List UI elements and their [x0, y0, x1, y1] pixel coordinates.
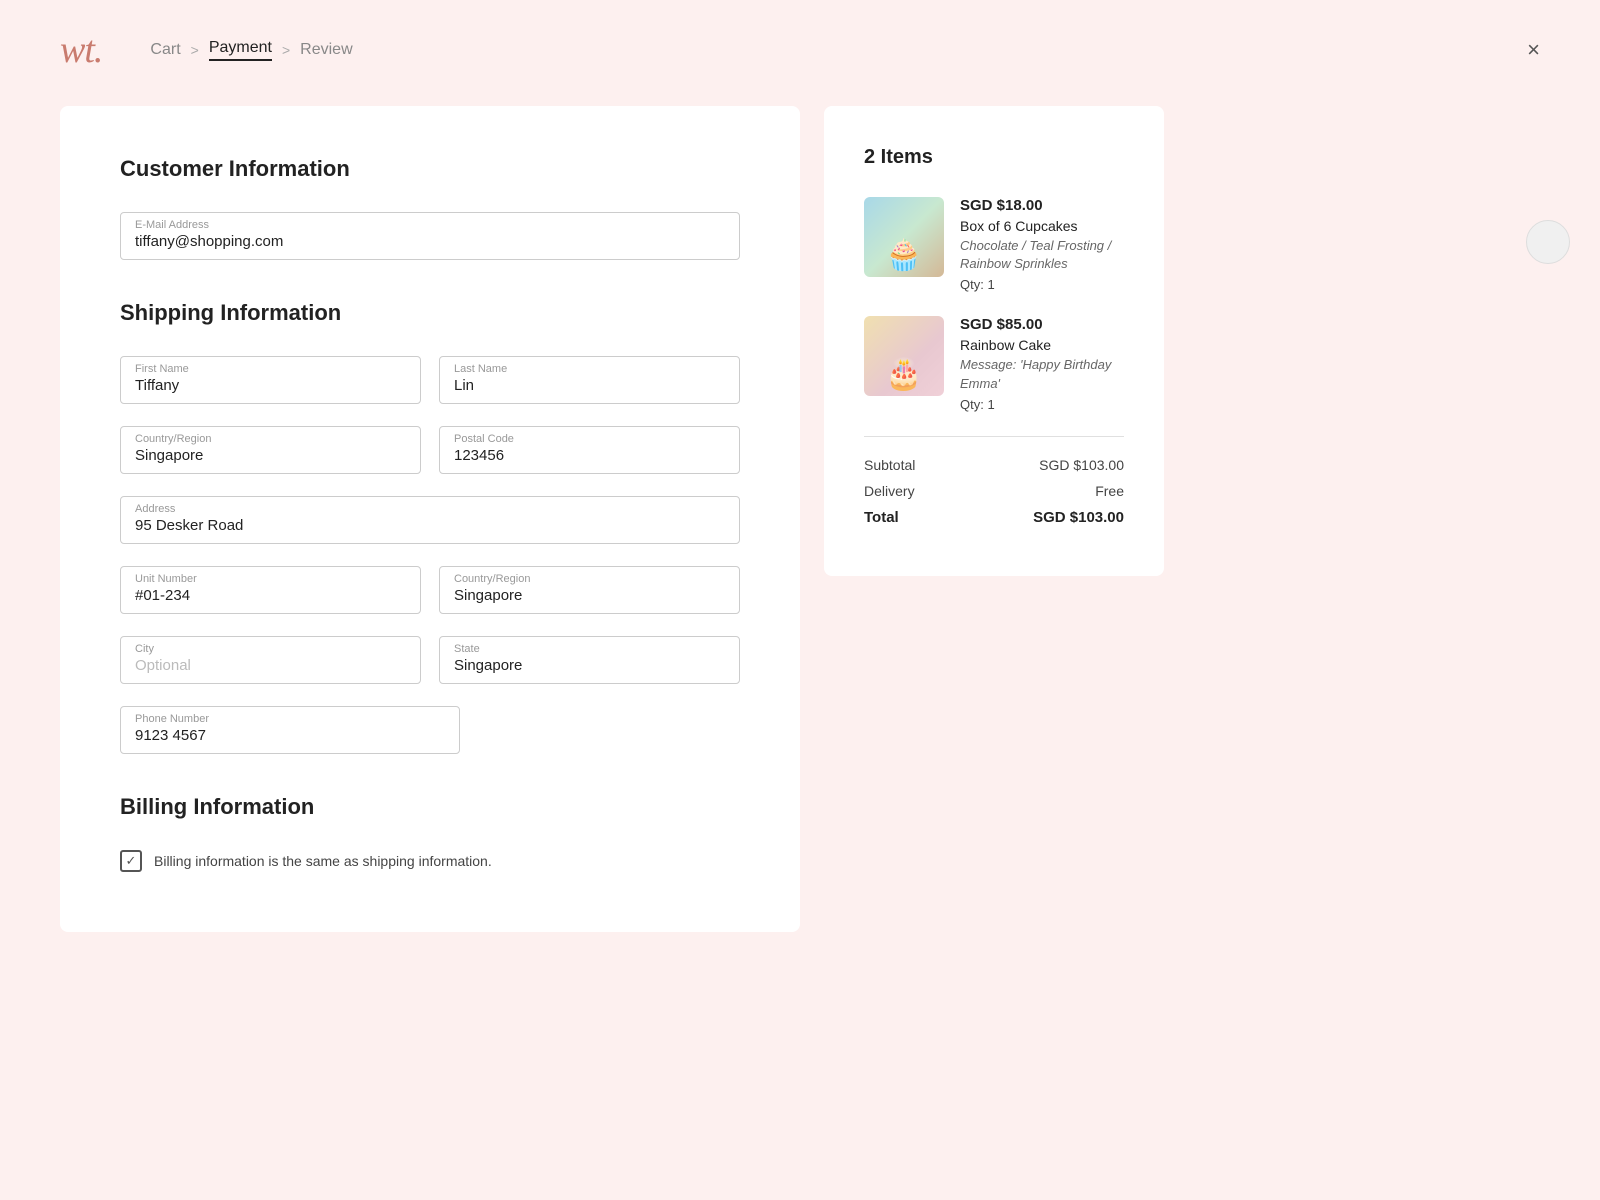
- breadcrumb-review[interactable]: Review: [300, 41, 352, 59]
- shipping-info-title: Shipping Information: [120, 300, 740, 326]
- item-1-qty: Qty: 1: [960, 277, 1124, 292]
- total-value: SGD $103.00: [1033, 509, 1124, 526]
- postal-field-group: Postal Code: [439, 426, 740, 474]
- close-button[interactable]: ×: [1527, 39, 1540, 61]
- city-wrapper: City: [120, 636, 421, 684]
- city-field-group: City: [120, 636, 421, 684]
- right-panel: 2 Items 🧁 SGD $18.00 Box of 6 Cupcakes C…: [824, 106, 1164, 576]
- total-label: Total: [864, 509, 899, 526]
- item-1-image: 🧁: [864, 197, 944, 277]
- city-input[interactable]: [135, 647, 406, 674]
- phone-wrapper: Phone Number: [120, 706, 460, 754]
- shipping-section: Shipping Information First Name Last Nam…: [120, 300, 740, 754]
- last-name-wrapper: Last Name: [439, 356, 740, 404]
- country2-input[interactable]: [454, 577, 725, 604]
- subtotal-row: Subtotal SGD $103.00: [864, 457, 1124, 473]
- order-item-2: 🎂 SGD $85.00 Rainbow Cake Message: 'Happ…: [864, 316, 1124, 411]
- last-name-input[interactable]: [454, 367, 725, 394]
- main-content: Customer Information E-Mail Address Ship…: [0, 96, 1600, 972]
- billing-same-checkbox-row: Billing information is the same as shipp…: [120, 850, 740, 872]
- country-input[interactable]: [135, 437, 406, 464]
- subtotal-value: SGD $103.00: [1039, 457, 1124, 473]
- name-row: First Name Last Name: [120, 356, 740, 404]
- item-2-name: Rainbow Cake: [960, 337, 1124, 353]
- country-field-group: Country/Region: [120, 426, 421, 474]
- city-state-row: City State: [120, 636, 740, 684]
- email-input[interactable]: [135, 223, 725, 250]
- delivery-label: Delivery: [864, 483, 915, 499]
- breadcrumb: Cart > Payment > Review: [150, 39, 352, 61]
- item-2-details: SGD $85.00 Rainbow Cake Message: 'Happy …: [960, 316, 1124, 411]
- item-1-variant: Chocolate / Teal Frosting / Rainbow Spri…: [960, 237, 1124, 273]
- breadcrumb-cart[interactable]: Cart: [150, 41, 180, 59]
- billing-section: Billing Information Billing information …: [120, 794, 740, 872]
- email-field-group: E-Mail Address: [120, 212, 740, 260]
- unit-wrapper: Unit Number: [120, 566, 421, 614]
- item-1-price: SGD $18.00: [960, 197, 1124, 214]
- last-name-field-group: Last Name: [439, 356, 740, 404]
- unit-country2-row: Unit Number Country/Region: [120, 566, 740, 614]
- delivery-row: Delivery Free: [864, 483, 1124, 499]
- country2-wrapper: Country/Region: [439, 566, 740, 614]
- delivery-value: Free: [1095, 483, 1124, 499]
- country-postal-row: Country/Region Postal Code: [120, 426, 740, 474]
- postal-input[interactable]: [454, 437, 725, 464]
- billing-info-title: Billing Information: [120, 794, 740, 820]
- first-name-wrapper: First Name: [120, 356, 421, 404]
- first-name-input[interactable]: [135, 367, 406, 394]
- email-input-wrapper: E-Mail Address: [120, 212, 740, 260]
- item-2-price: SGD $85.00: [960, 316, 1124, 333]
- customer-info-title: Customer Information: [120, 156, 740, 182]
- breadcrumb-sep1: >: [191, 42, 199, 58]
- breadcrumb-sep2: >: [282, 42, 290, 58]
- item-1-details: SGD $18.00 Box of 6 Cupcakes Chocolate /…: [960, 197, 1124, 292]
- postal-wrapper: Postal Code: [439, 426, 740, 474]
- state-input[interactable]: [454, 647, 725, 674]
- scroll-indicator: [1526, 220, 1570, 264]
- address-field-group: Address: [120, 496, 740, 544]
- item-1-name: Box of 6 Cupcakes: [960, 218, 1124, 234]
- state-field-group: State: [439, 636, 740, 684]
- header: wt. Cart > Payment > Review ×: [0, 0, 1600, 96]
- item-2-qty: Qty: 1: [960, 397, 1124, 412]
- order-divider: [864, 436, 1124, 437]
- total-row: Total SGD $103.00: [864, 509, 1124, 526]
- breadcrumb-payment[interactable]: Payment: [209, 39, 272, 61]
- billing-same-label: Billing information is the same as shipp…: [154, 853, 492, 869]
- item-2-image: 🎂: [864, 316, 944, 396]
- left-panel: Customer Information E-Mail Address Ship…: [60, 106, 800, 932]
- subtotal-label: Subtotal: [864, 457, 915, 473]
- logo: wt.: [60, 28, 102, 72]
- country-wrapper: Country/Region: [120, 426, 421, 474]
- billing-same-checkbox[interactable]: [120, 850, 142, 872]
- country2-field-group: Country/Region: [439, 566, 740, 614]
- order-item-1: 🧁 SGD $18.00 Box of 6 Cupcakes Chocolate…: [864, 197, 1124, 292]
- unit-field-group: Unit Number: [120, 566, 421, 614]
- first-name-field-group: First Name: [120, 356, 421, 404]
- order-summary-title: 2 Items: [864, 146, 1124, 169]
- unit-input[interactable]: [135, 577, 406, 604]
- phone-input[interactable]: [135, 717, 445, 744]
- address-input[interactable]: [135, 507, 725, 534]
- address-wrapper: Address: [120, 496, 740, 544]
- item-2-variant: Message: 'Happy Birthday Emma': [960, 356, 1124, 392]
- phone-field-group: Phone Number: [120, 706, 460, 754]
- state-wrapper: State: [439, 636, 740, 684]
